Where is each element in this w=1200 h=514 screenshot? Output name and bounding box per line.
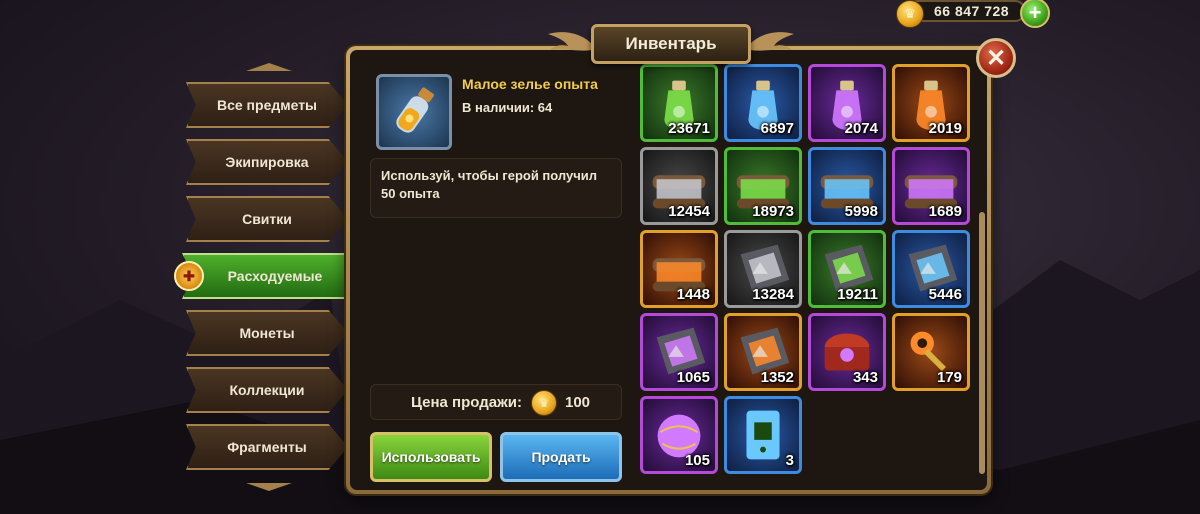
tab-label: Монеты xyxy=(239,325,295,341)
category-tabs: Все предметы Экипировка Свитки ✚ Расходу… xyxy=(174,58,370,498)
item-quantity: 105 xyxy=(684,452,710,469)
item-grid: 23671 6897 2074 2019 12454 18973 5998 1689 1448 1… xyxy=(640,64,970,484)
inventory-item[interactable]: 13284 xyxy=(724,230,802,308)
inventory-item[interactable]: 5998 xyxy=(808,147,886,225)
plus-icon: + xyxy=(1028,0,1042,25)
tab-all-items[interactable]: Все предметы xyxy=(186,82,348,128)
item-quantity: 6897 xyxy=(760,120,794,137)
inventory-item[interactable]: 23671 xyxy=(640,64,718,142)
item-description-box: Используй, чтобы герой получил 50 опыта xyxy=(370,158,622,218)
item-description: Используй, чтобы герой получил 50 опыта xyxy=(381,168,598,201)
sell-button-label: Продать xyxy=(531,449,591,465)
inventory-item[interactable]: 343 xyxy=(808,313,886,391)
tab-label: Свитки xyxy=(242,211,292,227)
inventory-item[interactable]: 1689 xyxy=(892,147,970,225)
item-quantity: 5998 xyxy=(844,203,878,220)
window-title: Инвентарь xyxy=(591,24,751,64)
item-quantity: 1689 xyxy=(928,203,962,220)
tab-label: Фрагменты xyxy=(227,439,307,455)
item-quantity: 13284 xyxy=(752,286,794,303)
crown-coin-icon: ♛ xyxy=(896,0,924,28)
item-quantity: 2019 xyxy=(928,120,962,137)
grid-scrollbar[interactable] xyxy=(979,212,985,474)
item-quantity: 19211 xyxy=(837,286,878,303)
item-quantity: 12454 xyxy=(668,203,710,220)
tab-consumables[interactable]: Расходуемые xyxy=(182,253,368,299)
inventory-item[interactable]: 5446 xyxy=(892,230,970,308)
window-title-text: Инвентарь xyxy=(625,34,717,53)
tab-fragments[interactable]: Фрагменты xyxy=(186,424,348,470)
item-detail: Малое зелье опыта В наличии: 64 Использу… xyxy=(364,64,622,484)
currency-value: 66 847 728 xyxy=(934,3,1010,19)
tabs-scroll-up-icon[interactable] xyxy=(242,62,296,72)
inventory-item[interactable]: 12454 xyxy=(640,147,718,225)
selected-item-stock: В наличии: 64 xyxy=(462,100,553,115)
right-wing-ornament xyxy=(750,32,794,51)
inventory-item[interactable]: 2074 xyxy=(808,64,886,142)
item-quantity: 1448 xyxy=(676,286,710,303)
currency-display: ♛ 66 847 728 + xyxy=(896,0,1056,28)
tabs-scroll-down-icon[interactable] xyxy=(242,482,296,492)
crown-coin-icon: ♛ xyxy=(531,390,557,416)
use-button[interactable]: Использовать xyxy=(370,432,492,482)
left-wing-ornament xyxy=(548,32,592,51)
tab-consumables-wrap: ✚ Расходуемые xyxy=(174,253,370,299)
close-button[interactable]: ✕ xyxy=(976,38,1016,78)
inventory-item[interactable]: 1448 xyxy=(640,230,718,308)
add-currency-button[interactable]: + xyxy=(1020,0,1050,28)
item-quantity: 5446 xyxy=(928,286,962,303)
tab-label: Экипировка xyxy=(225,154,309,170)
sell-price-value: 100 xyxy=(565,394,591,411)
tab-collections[interactable]: Коллекции xyxy=(186,367,348,413)
inventory-panel: Малое зелье опыта В наличии: 64 Использу… xyxy=(346,46,991,494)
experience-potion-icon xyxy=(396,87,434,133)
tab-label: Расходуемые xyxy=(227,268,323,284)
inventory-item[interactable]: 19211 xyxy=(808,230,886,308)
tab-equipment[interactable]: Экипировка xyxy=(186,139,348,185)
inventory-item[interactable]: 18973 xyxy=(724,147,802,225)
sell-price-label: Цена продажи: xyxy=(411,394,522,411)
sell-price-box: Цена продажи: ♛ 100 xyxy=(370,384,622,420)
inventory-item[interactable]: 2019 xyxy=(892,64,970,142)
item-quantity: 23671 xyxy=(668,120,710,137)
item-quantity: 3 xyxy=(785,452,794,469)
item-quantity: 18973 xyxy=(752,203,794,220)
selected-item-name: Малое зелье опыта xyxy=(462,76,598,92)
item-quantity: 343 xyxy=(852,369,878,386)
tab-scrolls[interactable]: Свитки xyxy=(186,196,348,242)
gift-icon: ✚ xyxy=(174,261,204,291)
tab-coins[interactable]: Монеты xyxy=(186,310,348,356)
item-quantity: 2074 xyxy=(844,120,878,137)
inventory-item[interactable]: 3 xyxy=(724,396,802,474)
sell-button[interactable]: Продать xyxy=(500,432,622,482)
item-quantity: 1352 xyxy=(760,369,794,386)
use-button-label: Использовать xyxy=(381,449,481,465)
tab-label: Коллекции xyxy=(229,382,305,398)
close-icon: ✕ xyxy=(985,44,1007,72)
inventory-item[interactable]: 179 xyxy=(892,313,970,391)
inventory-item[interactable]: 1352 xyxy=(724,313,802,391)
inventory-item[interactable]: 1065 xyxy=(640,313,718,391)
tab-label: Все предметы xyxy=(216,97,318,113)
item-quantity: 1065 xyxy=(676,369,710,386)
item-quantity: 179 xyxy=(936,369,962,386)
selected-item-icon-box xyxy=(376,74,452,150)
inventory-item[interactable]: 105 xyxy=(640,396,718,474)
inventory-panel-inner: Малое зелье опыта В наличии: 64 Использу… xyxy=(350,50,987,490)
inventory-item[interactable]: 6897 xyxy=(724,64,802,142)
